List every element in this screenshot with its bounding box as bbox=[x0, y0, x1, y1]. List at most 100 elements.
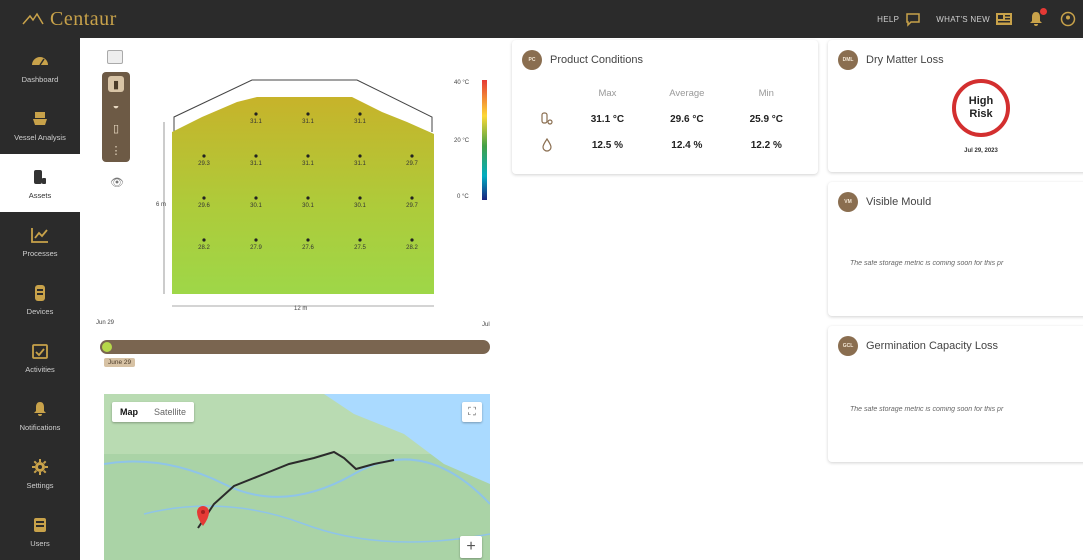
zoom-in-button[interactable]: + bbox=[460, 536, 482, 558]
sensor-reading-label: 29.7 bbox=[406, 203, 418, 209]
sensor-point[interactable] bbox=[202, 196, 206, 200]
sidebar-item-users[interactable]: Users bbox=[0, 502, 80, 560]
average-value: 12.4 % bbox=[671, 139, 703, 151]
timeline-start-label: Jun 29 bbox=[96, 320, 115, 326]
sensor-point[interactable] bbox=[410, 238, 414, 242]
product-conditions-badge: PC bbox=[522, 50, 542, 70]
bell-icon bbox=[30, 399, 50, 419]
dml-badge: DML bbox=[838, 50, 858, 70]
germination-capacity-card: GCL Germination Capacity Loss The safe s… bbox=[828, 326, 1083, 462]
column-header: Average bbox=[669, 87, 705, 99]
card-title: Germination Capacity Loss bbox=[866, 340, 999, 352]
top-bar: Centaur HELP WHAT'S NEW bbox=[0, 0, 1083, 38]
route-map[interactable]: Map Satellite ⛶ + bbox=[104, 394, 490, 560]
timeline-handle[interactable] bbox=[102, 342, 112, 352]
card-title: Visible Mould bbox=[866, 196, 932, 208]
sensor-point[interactable] bbox=[410, 154, 414, 158]
sidebar-item-assets[interactable]: Assets bbox=[0, 154, 80, 212]
min-value: 25.9 °C bbox=[749, 113, 784, 125]
sensor-point[interactable] bbox=[254, 154, 258, 158]
map-tab[interactable]: Map bbox=[112, 402, 146, 422]
help-link[interactable]: HELP bbox=[877, 10, 922, 28]
sensor-point[interactable] bbox=[306, 154, 310, 158]
sensor-reading-label: 28.2 bbox=[198, 245, 210, 251]
table-row: 31.1 °C 29.6 °C 25.9 °C bbox=[526, 106, 806, 132]
ship-icon bbox=[30, 109, 50, 129]
sensor-point[interactable] bbox=[202, 154, 206, 158]
sidebar-item-dashboard[interactable]: Dashboard bbox=[0, 38, 80, 96]
sidebar-item-activities[interactable]: Activities bbox=[0, 328, 80, 386]
location-pin-icon[interactable] bbox=[197, 506, 209, 526]
sidebar-item-processes[interactable]: Processes bbox=[0, 212, 80, 270]
sensor-point[interactable] bbox=[306, 196, 310, 200]
heatmap-body bbox=[172, 97, 434, 294]
sensor-reading-label: 30.1 bbox=[302, 203, 314, 209]
sensor-point[interactable] bbox=[358, 112, 362, 116]
thermometer-icon bbox=[526, 112, 568, 126]
coming-soon-message: The safe storage metric is coming soon f… bbox=[850, 260, 1004, 267]
droplet-icon bbox=[526, 138, 568, 152]
help-label: HELP bbox=[877, 14, 900, 24]
layer-toolbar: ▮ ◒ ▯ ⋮ bbox=[102, 72, 130, 162]
sensor-reading-label: 29.7 bbox=[406, 161, 418, 167]
sensor-point[interactable] bbox=[254, 112, 258, 116]
sensor-reading-label: 31.1 bbox=[250, 119, 262, 125]
notification-dot bbox=[1040, 8, 1047, 15]
timeline-slider[interactable] bbox=[100, 340, 490, 354]
eye-icon[interactable]: 👁 bbox=[110, 176, 124, 189]
min-value: 12.2 % bbox=[750, 139, 782, 151]
column-header: Min bbox=[758, 87, 774, 99]
fullscreen-icon[interactable]: ⛶ bbox=[462, 402, 482, 422]
max-value: 31.1 °C bbox=[590, 113, 625, 125]
whats-new-link[interactable]: WHAT'S NEW bbox=[936, 10, 1013, 28]
heatmap-chart: 31.1 31.1 31.1 29.3 31.1 31.1 31.1 29.7 29.6 30.1… bbox=[163, 79, 487, 307]
scale-min-label: 0 °C bbox=[457, 194, 469, 200]
sidebar-item-vessel-analysis[interactable]: Vessel Analysis bbox=[0, 96, 80, 154]
sensor-reading-label: 27.6 bbox=[302, 245, 314, 251]
max-value: 12.5 % bbox=[591, 139, 623, 151]
sensor-point[interactable] bbox=[254, 238, 258, 242]
gcl-badge: GCL bbox=[838, 336, 858, 356]
timeline-date-tag: June 29 bbox=[104, 358, 136, 367]
bag-icon bbox=[30, 167, 50, 187]
sidebar-item-notifications[interactable]: Notifications bbox=[0, 386, 80, 444]
sensor-reading-label: 29.6 bbox=[198, 203, 210, 209]
whats-new-label: WHAT'S NEW bbox=[936, 14, 990, 24]
sensor-point[interactable] bbox=[358, 238, 362, 242]
probe-layer-icon[interactable]: ⋮ bbox=[108, 142, 124, 158]
sensor-point[interactable] bbox=[410, 196, 414, 200]
sensor-point[interactable] bbox=[358, 154, 362, 158]
map-type-tabs: Map Satellite bbox=[112, 402, 195, 422]
moisture-layer-icon[interactable]: ◒ bbox=[108, 98, 124, 114]
sensor-point[interactable] bbox=[358, 196, 362, 200]
image-toggle-icon[interactable] bbox=[107, 50, 123, 64]
sensor-point[interactable] bbox=[254, 196, 258, 200]
user-icon[interactable] bbox=[1059, 10, 1077, 28]
width-label: 12 m bbox=[294, 306, 308, 312]
sensor-point[interactable] bbox=[202, 238, 206, 242]
sidebar-item-devices[interactable]: Devices bbox=[0, 270, 80, 328]
height-label: 6 m bbox=[156, 202, 167, 208]
sensor-reading-label: 31.1 bbox=[302, 119, 314, 125]
sensor-point[interactable] bbox=[306, 238, 310, 242]
temperature-layer-icon[interactable]: ▮ bbox=[108, 76, 124, 92]
sidebar-item-settings[interactable]: Settings bbox=[0, 444, 80, 502]
sensor-reading-label: 27.5 bbox=[354, 245, 366, 251]
table-row: 12.5 % 12.4 % 12.2 % bbox=[526, 132, 806, 158]
risk-level-line2: Risk bbox=[969, 108, 993, 120]
chat-icon bbox=[904, 10, 922, 28]
heatmap-panel: ▮ ◒ ▯ ⋮ 👁 31.1 31.1 31.1 29.3 31.1 31.1 … bbox=[94, 42, 502, 382]
notifications-bell-icon[interactable] bbox=[1027, 8, 1047, 28]
sensor-reading-label: 31.1 bbox=[354, 119, 366, 125]
sensor-reading-label: 31.1 bbox=[302, 161, 314, 167]
sidebar-item-label: Notifications bbox=[19, 422, 61, 432]
id-card-icon bbox=[30, 515, 50, 535]
brand-name: Centaur bbox=[50, 7, 117, 30]
timeline-end-label: Jul bbox=[482, 322, 490, 328]
brand-logo[interactable]: Centaur bbox=[22, 8, 117, 31]
satellite-tab[interactable]: Satellite bbox=[146, 402, 194, 422]
sensor-point[interactable] bbox=[306, 112, 310, 116]
sensor-layer-icon[interactable]: ▯ bbox=[108, 120, 124, 136]
dry-matter-loss-card: DML Dry Matter Loss High Risk Jul 29, 20… bbox=[828, 40, 1083, 172]
sidebar-item-label: Processes bbox=[22, 248, 58, 258]
